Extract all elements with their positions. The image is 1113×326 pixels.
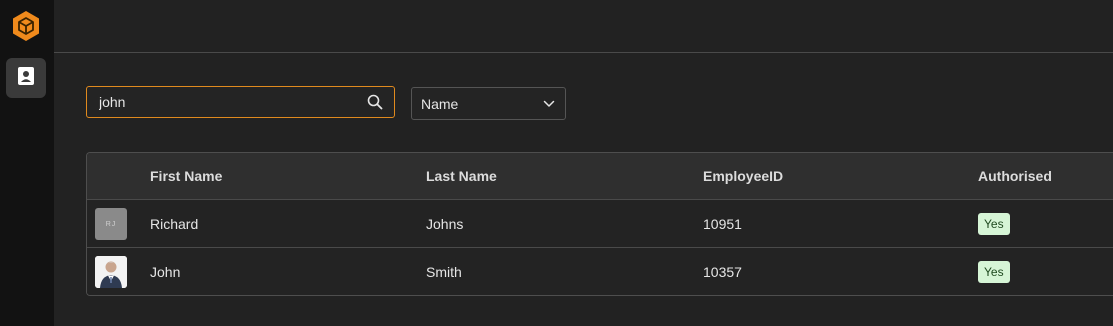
top-bar [54, 0, 1113, 53]
authorised-badge: Yes [978, 261, 1010, 283]
avatar-photo [95, 256, 127, 288]
sidebar-item-contacts[interactable] [6, 58, 46, 98]
cell-employee-id: 10951 [703, 215, 742, 232]
table-row[interactable]: RJ Richard Johns 10951 Yes [87, 200, 1113, 248]
sidebar [0, 0, 54, 326]
avatar-initials: RJ [95, 208, 127, 240]
authorised-badge: Yes [978, 212, 1010, 235]
cell-last-name: Smith [426, 264, 462, 280]
avatar [95, 256, 127, 288]
cell-first-name: John [150, 264, 181, 280]
filter-selected-value: Name [421, 95, 459, 112]
chevron-down-icon [543, 95, 555, 113]
employee-table: First Name Last Name EmployeeID Authoris… [86, 152, 1113, 296]
table-row[interactable]: John Smith 10357 Yes [87, 248, 1113, 295]
cell-last-name: Johns [426, 215, 464, 232]
table-header: First Name Last Name EmployeeID Authoris… [87, 153, 1113, 200]
column-header-last-name[interactable]: Last Name [426, 153, 497, 199]
column-header-first-name[interactable]: First Name [150, 153, 222, 199]
filter-select[interactable]: Name [411, 87, 566, 120]
column-header-employee-id[interactable]: EmployeeID [703, 153, 783, 199]
contact-card-icon [17, 66, 35, 91]
search-box [86, 86, 395, 118]
cell-first-name: Richard [150, 215, 199, 232]
cell-authorised: Yes [978, 248, 1010, 295]
cube-logo-icon[interactable] [11, 10, 41, 42]
cell-employee-id: 10357 [703, 264, 742, 280]
cell-authorised: Yes [978, 200, 1010, 247]
column-header-authorised[interactable]: Authorised [978, 153, 1052, 199]
search-input[interactable] [87, 87, 360, 117]
app-root: Name First Name Last Name EmployeeID Aut… [0, 0, 1113, 326]
avatar: RJ [95, 208, 127, 240]
search-icon[interactable] [360, 87, 390, 117]
